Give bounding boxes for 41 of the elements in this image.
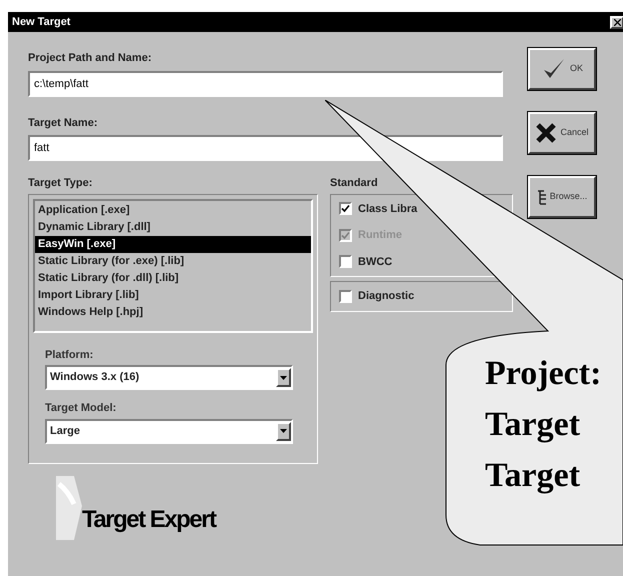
list-item[interactable]: Import Library [.lib] xyxy=(35,286,311,304)
list-item[interactable]: EasyWin [.exe] xyxy=(35,236,311,252)
checkbox[interactable] xyxy=(339,202,352,216)
browse-button[interactable]: Browse... xyxy=(528,176,596,218)
checkbox-label: BWCC xyxy=(358,254,392,270)
logo-text: Target Expert xyxy=(82,504,216,534)
dropdown-value: Windows 3.x (16) xyxy=(50,370,140,386)
list-item[interactable]: Dynamic Library [.dll] xyxy=(35,218,311,236)
close-button[interactable] xyxy=(610,16,623,28)
field-label: Project Path and Name: xyxy=(28,51,152,66)
checkbox-label: Class Libra xyxy=(358,202,418,216)
caret-icon xyxy=(280,429,287,433)
check-icon xyxy=(341,204,350,214)
list-item[interactable]: Windows Help [.hpj] xyxy=(35,304,311,320)
field-label: Target Name: xyxy=(28,116,98,130)
check-icon xyxy=(341,230,350,240)
tree-icon xyxy=(536,190,547,204)
callout-text: Project: xyxy=(485,354,602,394)
list-item[interactable]: Static Library (for .exe) [.lib] xyxy=(35,252,311,270)
caret-icon xyxy=(280,376,287,380)
checkbox-label: Diagnostic xyxy=(358,289,414,304)
field-label: Platform: xyxy=(45,348,94,362)
input-field[interactable]: c:\temp\fatt xyxy=(28,70,503,96)
ok-button[interactable]: OK xyxy=(528,48,596,90)
dropdown[interactable]: Windows 3.x (16) xyxy=(45,365,293,390)
callout-text: Target xyxy=(485,456,582,496)
list-item[interactable]: Static Library (for .dll) [.lib] xyxy=(35,270,311,286)
checkbox[interactable] xyxy=(339,255,352,268)
group-label: Standard xyxy=(330,176,379,191)
list-item[interactable]: Application [.exe] xyxy=(35,202,311,218)
field-label: Target Model: xyxy=(45,401,118,416)
cross-icon xyxy=(535,122,558,144)
dropdown[interactable]: Large xyxy=(45,418,293,444)
checkbox[interactable] xyxy=(339,290,352,303)
cancel-button[interactable]: Cancel xyxy=(528,112,596,154)
close-icon xyxy=(614,18,620,26)
callout-text: Target xyxy=(485,405,582,445)
field-label: Target Type: xyxy=(28,176,94,191)
input-field[interactable]: fatt xyxy=(28,135,503,161)
dropdown-value: Large xyxy=(50,424,80,439)
window-title: New Target xyxy=(12,14,70,30)
